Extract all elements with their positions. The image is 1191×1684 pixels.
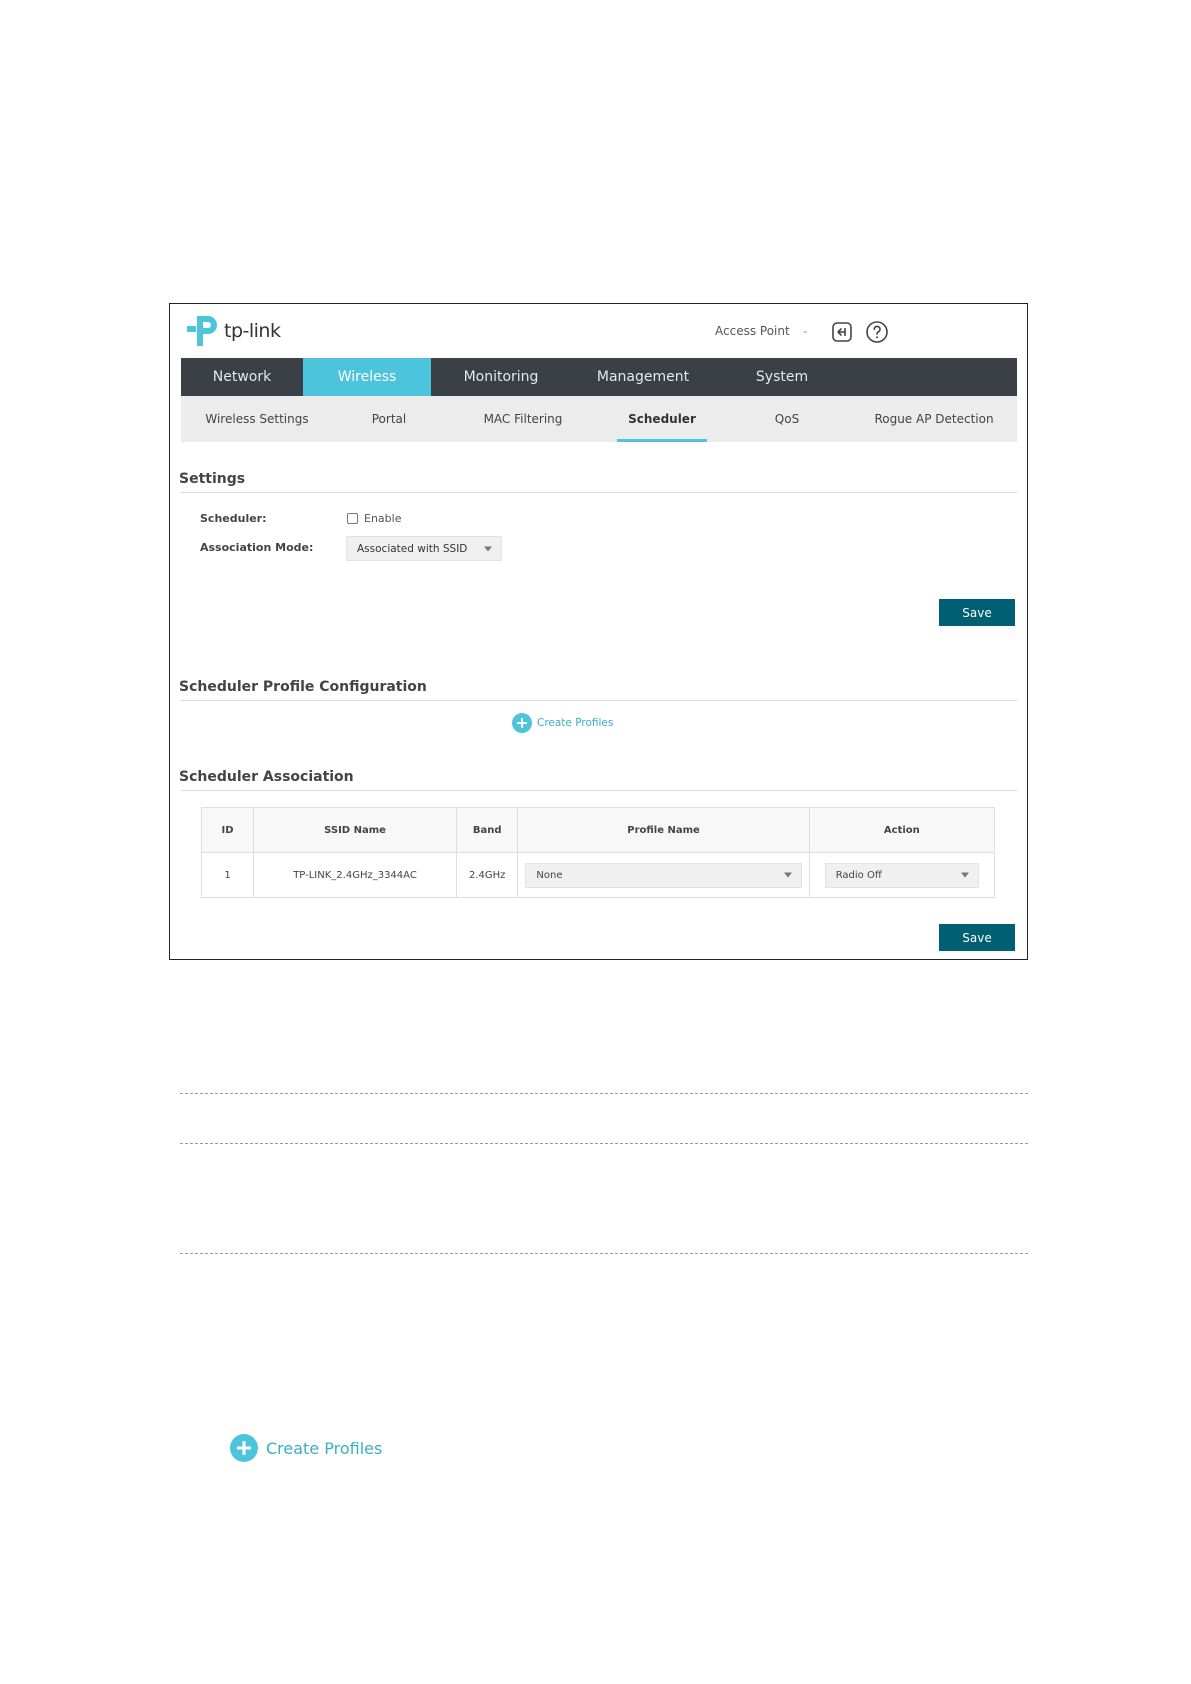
tab-mac-filtering[interactable]: MAC Filtering	[445, 396, 601, 442]
nav-monitoring[interactable]: Monitoring	[431, 358, 571, 396]
table-row: 1 TP-LINK_2.4GHz_3344AC 2.4GHz None Radi…	[200, 852, 996, 898]
profile-config-title: Scheduler Profile Configuration	[179, 679, 427, 695]
scheduler-label: Scheduler:	[200, 512, 267, 525]
association-save-button[interactable]: Save	[939, 924, 1015, 951]
column-header-profile: Profile Name	[517, 807, 810, 853]
table-header-row: ID SSID Name Band Profile Name Action	[200, 807, 996, 853]
profile-config-divider	[181, 700, 1017, 701]
association-title: Scheduler Association	[179, 769, 354, 785]
top-bar: tp-link Access Point ⌄	[181, 308, 1017, 356]
action-value: Radio Off	[835, 869, 882, 881]
dashed-divider	[180, 1143, 1028, 1144]
mode-select[interactable]: Access Point ⌄	[707, 318, 817, 344]
logo-text: tp-link	[224, 320, 281, 342]
row-band: 2.4GHz	[455, 852, 519, 898]
help-icon[interactable]	[865, 320, 889, 344]
tab-qos[interactable]: QoS	[723, 396, 851, 442]
tp-link-logo: tp-link	[185, 313, 281, 349]
tab-wireless-settings[interactable]: Wireless Settings	[181, 396, 333, 442]
create-profiles-label: Create Profiles	[537, 717, 614, 729]
plus-circle-icon	[512, 713, 532, 733]
tab-portal[interactable]: Portal	[333, 396, 445, 442]
scheduler-enable-checkbox[interactable]	[347, 513, 358, 524]
create-profiles-large-label: Create Profiles	[266, 1438, 383, 1458]
scheduler-enable-label: Enable	[364, 512, 402, 525]
settings-title: Settings	[179, 471, 246, 487]
ui-screenshot-frame: tp-link Access Point ⌄ Network Wireless …	[169, 303, 1028, 960]
nav-network[interactable]: Network	[181, 358, 303, 396]
plus-circle-icon	[230, 1434, 258, 1462]
main-nav: Network Wireless Monitoring Management S…	[181, 358, 1017, 396]
dashed-divider	[180, 1093, 1028, 1094]
dropdown-arrow-icon	[961, 872, 969, 878]
row-ssid: TP-LINK_2.4GHz_3344AC	[253, 852, 457, 898]
row-action-cell: Radio Off	[808, 852, 996, 898]
nav-system[interactable]: System	[715, 358, 849, 396]
column-header-id: ID	[200, 807, 255, 853]
association-divider	[181, 790, 1017, 791]
create-profiles-large-link[interactable]: Create Profiles	[230, 1434, 382, 1462]
settings-divider	[181, 492, 1017, 493]
dropdown-arrow-icon	[783, 872, 792, 878]
tab-scheduler[interactable]: Scheduler	[601, 396, 723, 442]
dashed-divider	[180, 1253, 1028, 1254]
sub-nav: Wireless Settings Portal MAC Filtering S…	[181, 396, 1017, 442]
row-id: 1	[200, 852, 255, 898]
logout-icon[interactable]	[830, 320, 854, 344]
active-tab-indicator	[617, 439, 707, 442]
association-mode-label: Association Mode:	[200, 541, 314, 554]
nav-management[interactable]: Management	[571, 358, 715, 396]
association-table: ID SSID Name Band Profile Name Action 1 …	[200, 807, 996, 898]
create-profiles-link[interactable]: Create Profiles	[512, 713, 613, 733]
mode-select-value: Access Point	[715, 324, 790, 338]
settings-save-button[interactable]: Save	[939, 599, 1015, 626]
association-mode-select[interactable]: Associated with SSID	[346, 536, 502, 561]
profile-name-select[interactable]: None	[525, 862, 802, 888]
chevron-down-icon: ⌄	[801, 326, 809, 336]
column-header-ssid: SSID Name	[253, 807, 457, 853]
tab-rogue-ap-detection[interactable]: Rogue AP Detection	[851, 396, 1017, 442]
column-header-action: Action	[808, 807, 996, 853]
nav-wireless[interactable]: Wireless	[303, 358, 431, 396]
tp-link-logo-icon	[187, 316, 217, 346]
action-select[interactable]: Radio Off	[824, 862, 979, 888]
association-mode-value: Associated with SSID	[357, 542, 468, 555]
column-header-band: Band	[455, 807, 519, 853]
dropdown-arrow-icon	[484, 546, 492, 551]
profile-name-value: None	[536, 869, 563, 881]
row-profile-cell: None	[517, 852, 810, 898]
